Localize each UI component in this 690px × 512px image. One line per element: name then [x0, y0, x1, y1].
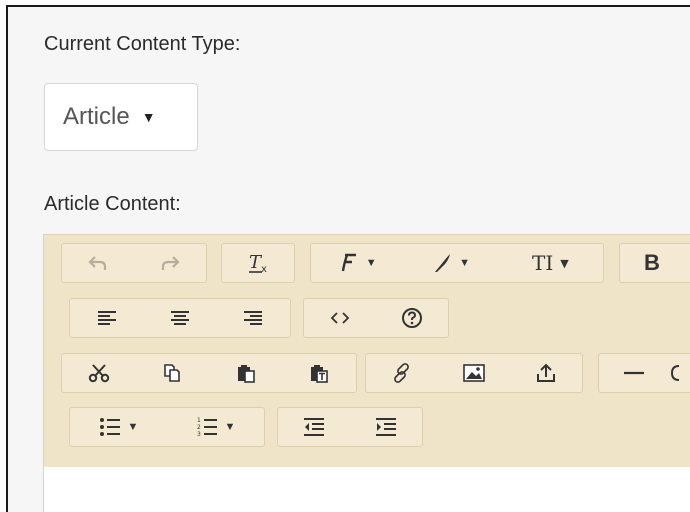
font-group: ▼ ▼ TI ▼ [310, 243, 604, 283]
paste-text-button[interactable] [283, 354, 357, 392]
history-group [61, 243, 207, 283]
style-group: B [619, 243, 690, 283]
highlight-button[interactable]: ▼ [404, 244, 497, 282]
svg-text:3: 3 [197, 431, 201, 438]
image-icon [463, 364, 485, 382]
upload-icon [537, 363, 555, 382]
chevron-down-icon: ▼ [365, 257, 377, 269]
svg-text:2: 2 [197, 424, 201, 431]
align-left-button[interactable] [70, 299, 143, 337]
article-content-label: Article Content: [44, 193, 181, 215]
clear-format-icon: T x [249, 252, 267, 275]
rich-text-editor: T x ▼ ▼ TI ▼ B ▼ 1 2 3 ▼ [43, 234, 690, 512]
clear-group: T x [221, 243, 295, 283]
bold-button[interactable]: B [620, 244, 684, 282]
misc-group [303, 298, 449, 338]
font-size-button[interactable]: TI ▼ [498, 244, 603, 282]
chevron-down-icon: ▼ [459, 257, 470, 269]
outdent-icon [304, 418, 324, 436]
link-icon [394, 363, 409, 383]
cut-button[interactable] [62, 354, 136, 392]
clear-formatting-button[interactable]: T x [222, 244, 294, 282]
code-icon [330, 312, 350, 324]
copy-icon [164, 364, 181, 382]
align-center-icon [170, 311, 189, 325]
chevron-down-icon: ▼ [224, 421, 236, 433]
editor-content-area[interactable] [44, 467, 690, 512]
content-type-value: Article [63, 103, 130, 130]
copy-button[interactable] [136, 354, 210, 392]
insert-group [365, 353, 583, 393]
bullet-list-button[interactable]: ▼ [70, 408, 167, 446]
editor-toolbar: T x ▼ ▼ TI ▼ B ▼ 1 2 3 ▼ [44, 235, 690, 468]
align-center-button[interactable] [143, 299, 216, 337]
align-left-icon [97, 311, 116, 325]
svg-text:1: 1 [197, 417, 201, 424]
undo-icon [88, 256, 107, 270]
align-right-icon [244, 311, 263, 325]
scissors-icon [88, 364, 109, 383]
svg-text:x: x [261, 264, 267, 275]
partial-icon [670, 365, 680, 381]
more-button[interactable] [669, 354, 690, 392]
numbered-list-icon: 123 [197, 417, 217, 438]
horizontal-rule-icon [624, 371, 644, 375]
code-view-button[interactable] [304, 299, 376, 337]
paste-button[interactable] [209, 354, 283, 392]
paste-icon [237, 365, 255, 383]
image-button[interactable] [438, 354, 510, 392]
feather-icon [435, 254, 451, 272]
help-button[interactable] [376, 299, 448, 337]
upload-button[interactable] [510, 354, 582, 392]
font-size-icon: TI [532, 251, 554, 275]
clipboard-group [61, 353, 357, 393]
chevron-down-icon: ▼ [127, 421, 139, 433]
help-icon [402, 308, 422, 328]
align-group [69, 298, 291, 338]
font-family-icon [341, 253, 356, 272]
caret-down-icon: ▼ [141, 109, 156, 125]
redo-icon [161, 256, 180, 270]
indent-group [277, 407, 423, 447]
rule-group [598, 353, 690, 393]
chevron-down-icon: ▼ [560, 256, 569, 270]
indent-icon [376, 418, 396, 436]
link-button[interactable] [366, 354, 438, 392]
content-type-label: Current Content Type: [44, 33, 241, 55]
outdent-button[interactable] [278, 408, 350, 446]
redo-button[interactable] [134, 244, 206, 282]
align-right-button[interactable] [217, 299, 290, 337]
font-family-button[interactable]: ▼ [311, 244, 404, 282]
paste-text-icon [311, 365, 329, 383]
bullet-list-icon [99, 418, 120, 436]
form-panel: Current Content Type: Article ▼ Article … [6, 5, 690, 512]
undo-button[interactable] [62, 244, 134, 282]
lists-group: ▼ 123 ▼ [69, 407, 265, 447]
indent-button[interactable] [350, 408, 422, 446]
content-type-select[interactable]: Article ▼ [44, 83, 198, 151]
numbered-list-button[interactable]: 123 ▼ [167, 408, 264, 446]
horizontal-rule-button[interactable] [599, 354, 669, 392]
